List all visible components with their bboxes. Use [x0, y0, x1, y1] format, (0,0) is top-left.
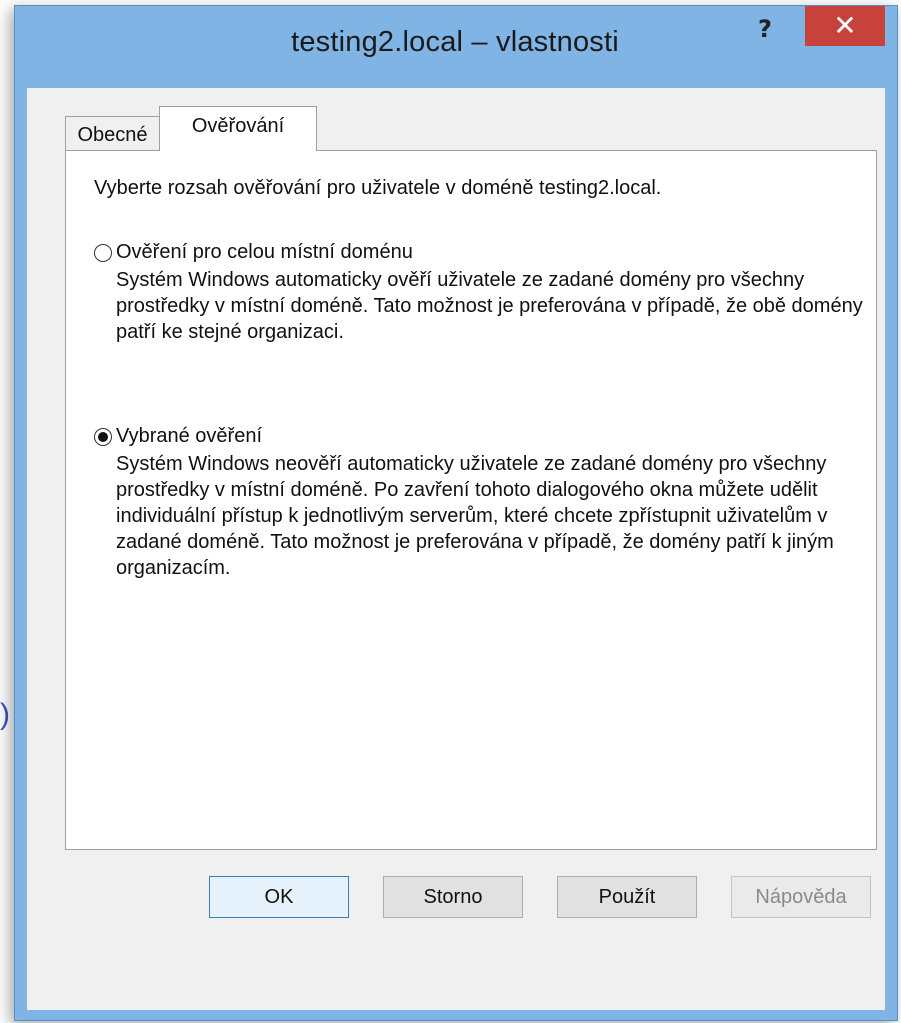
- option-selective-description: Systém Windows neověří automaticky uživa…: [116, 453, 834, 579]
- option-selective-label[interactable]: Vybrané ověření: [116, 425, 262, 448]
- help-icon[interactable]: ?: [735, 10, 795, 48]
- close-icon[interactable]: ✕: [805, 6, 885, 46]
- radio-domain-wide[interactable]: [94, 244, 112, 262]
- tab-general[interactable]: Obecné: [65, 116, 160, 150]
- intro-text: Vyberte rozsah ověřování pro uživatele v…: [94, 177, 662, 199]
- properties-dialog: testing2.local – vlastnosti ? ✕ Obecné O…: [14, 5, 898, 1021]
- title-bar[interactable]: testing2.local – vlastnosti ? ✕: [15, 6, 897, 88]
- authentication-panel: Vyberte rozsah ověřování pro uživatele v…: [65, 150, 877, 850]
- radio-selective[interactable]: [94, 428, 112, 446]
- apply-button[interactable]: Použít: [557, 876, 697, 918]
- option-domain-wide-description: Systém Windows automaticky ověří uživate…: [116, 269, 863, 343]
- tab-authentication[interactable]: Ověřování: [159, 106, 317, 151]
- help-button: Nápověda: [731, 876, 871, 918]
- dialog-client-area: Obecné Ověřování Vyberte rozsah ověřován…: [27, 88, 885, 1010]
- cancel-button[interactable]: Storno: [383, 876, 523, 918]
- ok-button[interactable]: OK: [209, 876, 349, 918]
- option-domain-wide-label[interactable]: Ověření pro celou místní doménu: [116, 241, 413, 264]
